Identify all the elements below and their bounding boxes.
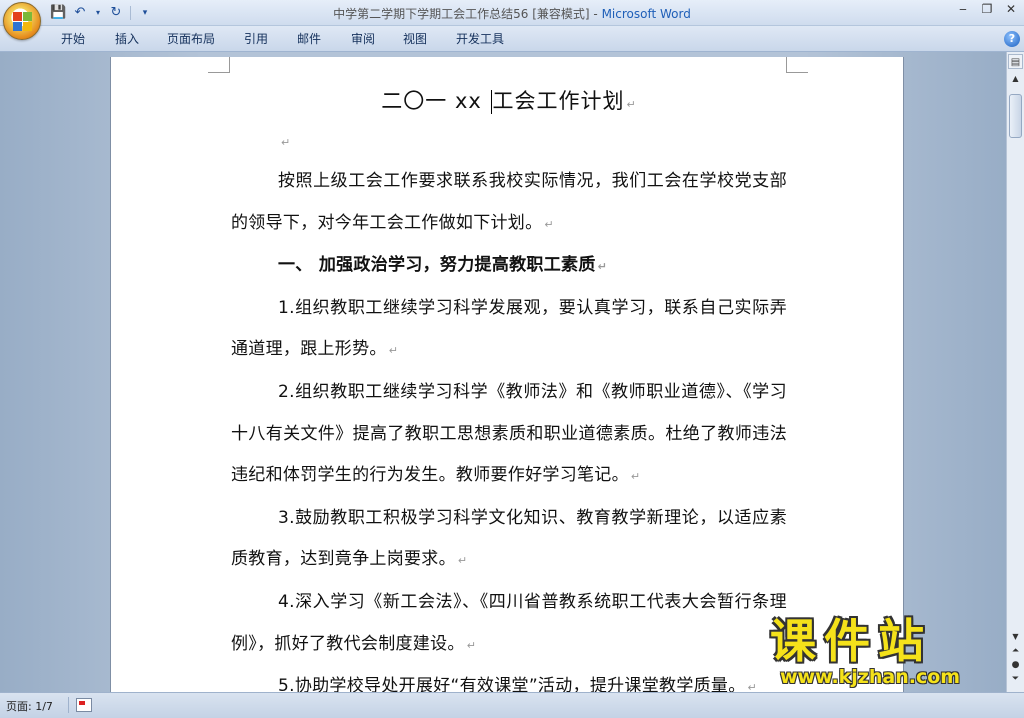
margin-corner-mark xyxy=(786,57,808,73)
heading-part-2: 工会工作计划 xyxy=(492,89,625,113)
tab-review[interactable]: 审阅 xyxy=(351,30,375,47)
restore-button[interactable]: ❐ xyxy=(980,2,994,16)
app-name: Microsoft Word xyxy=(601,7,691,21)
document-workspace: 二〇一 xx 工会工作计划 ↵ ↵ 按照上级工会工作要求联系我校实际情况，我们工会… xyxy=(0,52,1006,692)
view-ruler-icon[interactable]: ▤ xyxy=(1008,54,1023,69)
paragraph-mark: ↵ xyxy=(466,638,477,652)
text-cursor xyxy=(490,90,492,114)
paragraph-mark: ↵ xyxy=(626,98,637,111)
ribbon-tabs: 开始 插入 页面布局 引用 邮件 审阅 视图 开发工具 ? xyxy=(0,26,1024,52)
section-heading: 一、 加强政治学习，努力提高教职工素质 ↵ xyxy=(231,245,787,288)
page-indicator[interactable]: 页面: 1/7 xyxy=(6,698,53,714)
paragraph: 2.组织教职工继续学习科学《教师法》和《教师职业道德》、《学习十八有关文件》提高… xyxy=(231,372,787,498)
window-controls: ‒ ❐ ✕ xyxy=(956,2,1018,16)
paragraph-mark: ↵ xyxy=(457,554,468,568)
paragraph-text: 5.协助学校导处开展好“有效课堂”活动，提升课堂教学质量。 xyxy=(278,676,746,692)
vertical-scrollbar[interactable]: ▤ ▲ ▼ ⏶ ● ⏷ xyxy=(1006,52,1024,692)
tab-page-layout[interactable]: 页面布局 xyxy=(167,30,215,47)
tab-insert[interactable]: 插入 xyxy=(115,30,139,47)
empty-paragraph: ↵ xyxy=(231,121,787,161)
previous-page-icon[interactable]: ⏶ xyxy=(1008,646,1023,656)
title-bar: 💾 ↶ ▾ ↻ ▾ 中学第二学期下学期工会工作总结56 [兼容模式] - Mic… xyxy=(0,0,1024,26)
paragraph-text: 1.组织教职工继续学习科学发展观，要认真学习，联系自己实际弄通道理，跟上形势。 xyxy=(231,297,787,360)
document-page[interactable]: 二〇一 xx 工会工作计划 ↵ ↵ 按照上级工会工作要求联系我校实际情况，我们工会… xyxy=(110,57,904,692)
window-title: 中学第二学期下学期工会工作总结56 [兼容模式] - Microsoft Wor… xyxy=(0,5,1024,22)
tab-home[interactable]: 开始 xyxy=(61,30,85,47)
paragraph-mark: ↵ xyxy=(630,470,641,484)
paragraph-mark: ↵ xyxy=(747,681,758,692)
proofing-status-icon[interactable] xyxy=(76,698,92,712)
paragraph-mark: ↵ xyxy=(281,136,291,149)
paragraph: 4.深入学习《新工会法》、《四川省普教系统职工代表大会暂行条理例》，抓好了教代会… xyxy=(231,582,787,666)
close-button[interactable]: ✕ xyxy=(1004,2,1018,16)
office-button[interactable] xyxy=(3,2,41,40)
paragraph-text: 按照上级工会工作要求联系我校实际情况，我们工会在学校党支部的领导下，对今年工会工… xyxy=(231,171,787,233)
scroll-thumb[interactable] xyxy=(1009,94,1022,138)
paragraph: 按照上级工会工作要求联系我校实际情况，我们工会在学校党支部的领导下，对今年工会工… xyxy=(231,161,787,245)
minimize-button[interactable]: ‒ xyxy=(956,2,970,16)
next-page-icon[interactable]: ⏷ xyxy=(1008,674,1023,684)
margin-corner-mark xyxy=(208,57,230,73)
paragraph-text: 4.深入学习《新工会法》、《四川省普教系统职工代表大会暂行条理例》，抓好了教代会… xyxy=(231,591,787,654)
paragraph: 1.组织教职工继续学习科学发展观，要认真学习，联系自己实际弄通道理，跟上形势。 ↵ xyxy=(231,288,787,372)
watermark-brand: 课件站 xyxy=(770,614,932,668)
paragraph-mark: ↵ xyxy=(388,344,399,358)
paragraph: 3.鼓励教职工积极学习科学文化知识、教育教学新理论，以适应素质教育，达到竟争上岗… xyxy=(231,498,787,582)
tab-developer[interactable]: 开发工具 xyxy=(456,30,504,47)
select-browse-object-icon[interactable]: ● xyxy=(1008,660,1023,670)
status-separator xyxy=(68,697,69,713)
site-watermark: 课件站 www.kjzhan.com xyxy=(770,616,1010,696)
paragraph-mark: ↵ xyxy=(597,260,608,274)
tab-mailings[interactable]: 邮件 xyxy=(297,30,321,47)
paragraph-mark: ↵ xyxy=(544,217,554,231)
heading-part-1: 二〇一 xx xyxy=(381,89,490,113)
document-title: 中学第二学期下学期工会工作总结56 [兼容模式] - xyxy=(333,7,602,21)
document-body[interactable]: 二〇一 xx 工会工作计划 ↵ ↵ 按照上级工会工作要求联系我校实际情况，我们工会… xyxy=(231,81,787,692)
paragraph-text: 一、 加强政治学习，努力提高教职工素质 xyxy=(278,255,596,276)
paragraph-text: 3.鼓励教职工积极学习科学文化知识、教育教学新理论，以适应素质教育，达到竟争上岗… xyxy=(231,507,787,570)
document-heading: 二〇一 xx 工会工作计划 ↵ xyxy=(231,81,787,121)
office-logo-icon xyxy=(13,12,33,32)
tab-references[interactable]: 引用 xyxy=(244,30,268,47)
paragraph: 5.协助学校导处开展好“有效课堂”活动，提升课堂教学质量。 ↵ xyxy=(231,666,787,692)
help-icon[interactable]: ? xyxy=(1004,31,1020,47)
scroll-up-arrow-icon[interactable]: ▲ xyxy=(1008,72,1023,86)
paragraph-text: 2.组织教职工继续学习科学《教师法》和《教师职业道德》、《学习十八有关文件》提高… xyxy=(231,381,787,486)
tab-view[interactable]: 视图 xyxy=(403,30,427,47)
watermark-url: www.kjzhan.com xyxy=(780,666,961,688)
scroll-down-arrow-icon[interactable]: ▼ xyxy=(1008,630,1023,644)
